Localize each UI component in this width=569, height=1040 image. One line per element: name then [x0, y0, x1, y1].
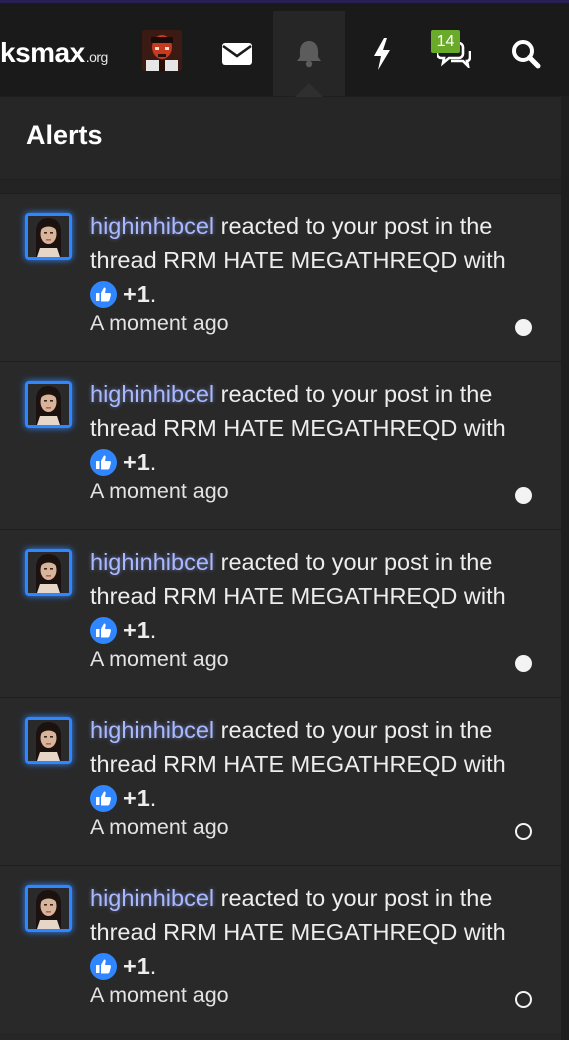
like-reaction-icon — [90, 953, 117, 980]
user-avatar[interactable] — [25, 717, 72, 764]
alert-item[interactable]: highinhibcel reacted to your post in the… — [0, 865, 561, 1033]
username-link[interactable]: highinhibcel — [90, 885, 214, 911]
user-avatar-image — [28, 552, 69, 593]
thumbs-up-glyph — [96, 791, 111, 806]
account-avatar[interactable] — [142, 30, 182, 71]
user-avatar-image — [28, 888, 69, 929]
reaction-label: +1 — [123, 953, 150, 979]
conversations-button[interactable] — [418, 11, 490, 96]
like-reaction-icon — [90, 449, 117, 476]
reaction-label: +1 — [123, 617, 150, 643]
read-status-toggle[interactable] — [515, 655, 532, 672]
search-icon — [512, 39, 541, 68]
reaction-label: +1 — [123, 281, 150, 307]
user-avatar[interactable] — [25, 549, 72, 596]
alert-text[interactable]: highinhibcel reacted to your post in the… — [90, 209, 530, 311]
thumbs-up-glyph — [96, 623, 111, 638]
alert-time: A moment ago — [90, 479, 229, 503]
user-avatar[interactable] — [25, 381, 72, 428]
alert-text[interactable]: highinhibcel reacted to your post in the… — [90, 713, 530, 815]
inbox-button[interactable] — [201, 11, 273, 96]
envelope-icon — [222, 42, 252, 65]
user-avatar[interactable] — [25, 885, 72, 932]
alert-time: A moment ago — [90, 311, 229, 335]
alert-text[interactable]: highinhibcel reacted to your post in the… — [90, 377, 530, 479]
user-avatar-image — [28, 216, 69, 257]
top-navbar: ksmax.org 14 — [0, 3, 569, 97]
whats-new-button[interactable] — [346, 11, 418, 96]
username-link[interactable]: highinhibcel — [90, 717, 214, 743]
alert-item[interactable]: highinhibcel reacted to your post in the… — [0, 529, 561, 697]
user-avatar-image — [28, 384, 69, 425]
bell-icon — [297, 40, 321, 67]
read-status-toggle[interactable] — [515, 487, 532, 504]
alert-time: A moment ago — [90, 647, 229, 671]
sentence-period: . — [149, 617, 157, 643]
site-logo[interactable]: ksmax.org — [0, 37, 108, 69]
menu-caret — [295, 83, 323, 97]
sentence-period: . — [149, 953, 157, 979]
thumbs-up-glyph — [96, 455, 111, 470]
like-reaction-icon — [90, 281, 117, 308]
thumbs-up-glyph — [96, 959, 111, 974]
user-avatar-image — [28, 720, 69, 761]
account-avatar-image — [142, 30, 182, 71]
alert-item[interactable]: highinhibcel reacted to your post in the… — [0, 697, 561, 865]
alerts-panel: Alerts highinhibcel reacted to your post… — [0, 97, 561, 1040]
sentence-period: . — [149, 281, 157, 307]
username-link[interactable]: highinhibcel — [90, 549, 214, 575]
alert-text[interactable]: highinhibcel reacted to your post in the… — [90, 545, 530, 647]
username-link[interactable]: highinhibcel — [90, 213, 214, 239]
alert-item[interactable]: highinhibcel reacted to your post in the… — [0, 361, 561, 529]
alert-text[interactable]: highinhibcel reacted to your post in the… — [90, 881, 530, 983]
sentence-period: . — [149, 449, 157, 475]
conversations-badge: 14 — [431, 30, 460, 53]
reaction-label: +1 — [123, 449, 150, 475]
read-status-toggle[interactable] — [515, 319, 532, 336]
alert-time: A moment ago — [90, 815, 229, 839]
reaction-label: +1 — [123, 785, 150, 811]
bolt-icon — [374, 37, 390, 70]
username-link[interactable]: highinhibcel — [90, 381, 214, 407]
read-status-toggle[interactable] — [515, 991, 532, 1008]
panel-title: Alerts — [26, 120, 103, 150]
alert-item[interactable]: highinhibcel reacted to your post in the… — [0, 193, 561, 361]
panel-divider — [0, 179, 561, 193]
search-button[interactable] — [490, 11, 562, 96]
logo-suffix: .org — [85, 49, 109, 65]
like-reaction-icon — [90, 617, 117, 644]
logo-text: ksmax — [0, 37, 85, 68]
like-reaction-icon — [90, 785, 117, 812]
sentence-period: . — [149, 785, 157, 811]
thumbs-up-glyph — [96, 287, 111, 302]
user-avatar[interactable] — [25, 213, 72, 260]
alert-time: A moment ago — [90, 983, 229, 1007]
read-status-toggle[interactable] — [515, 823, 532, 840]
